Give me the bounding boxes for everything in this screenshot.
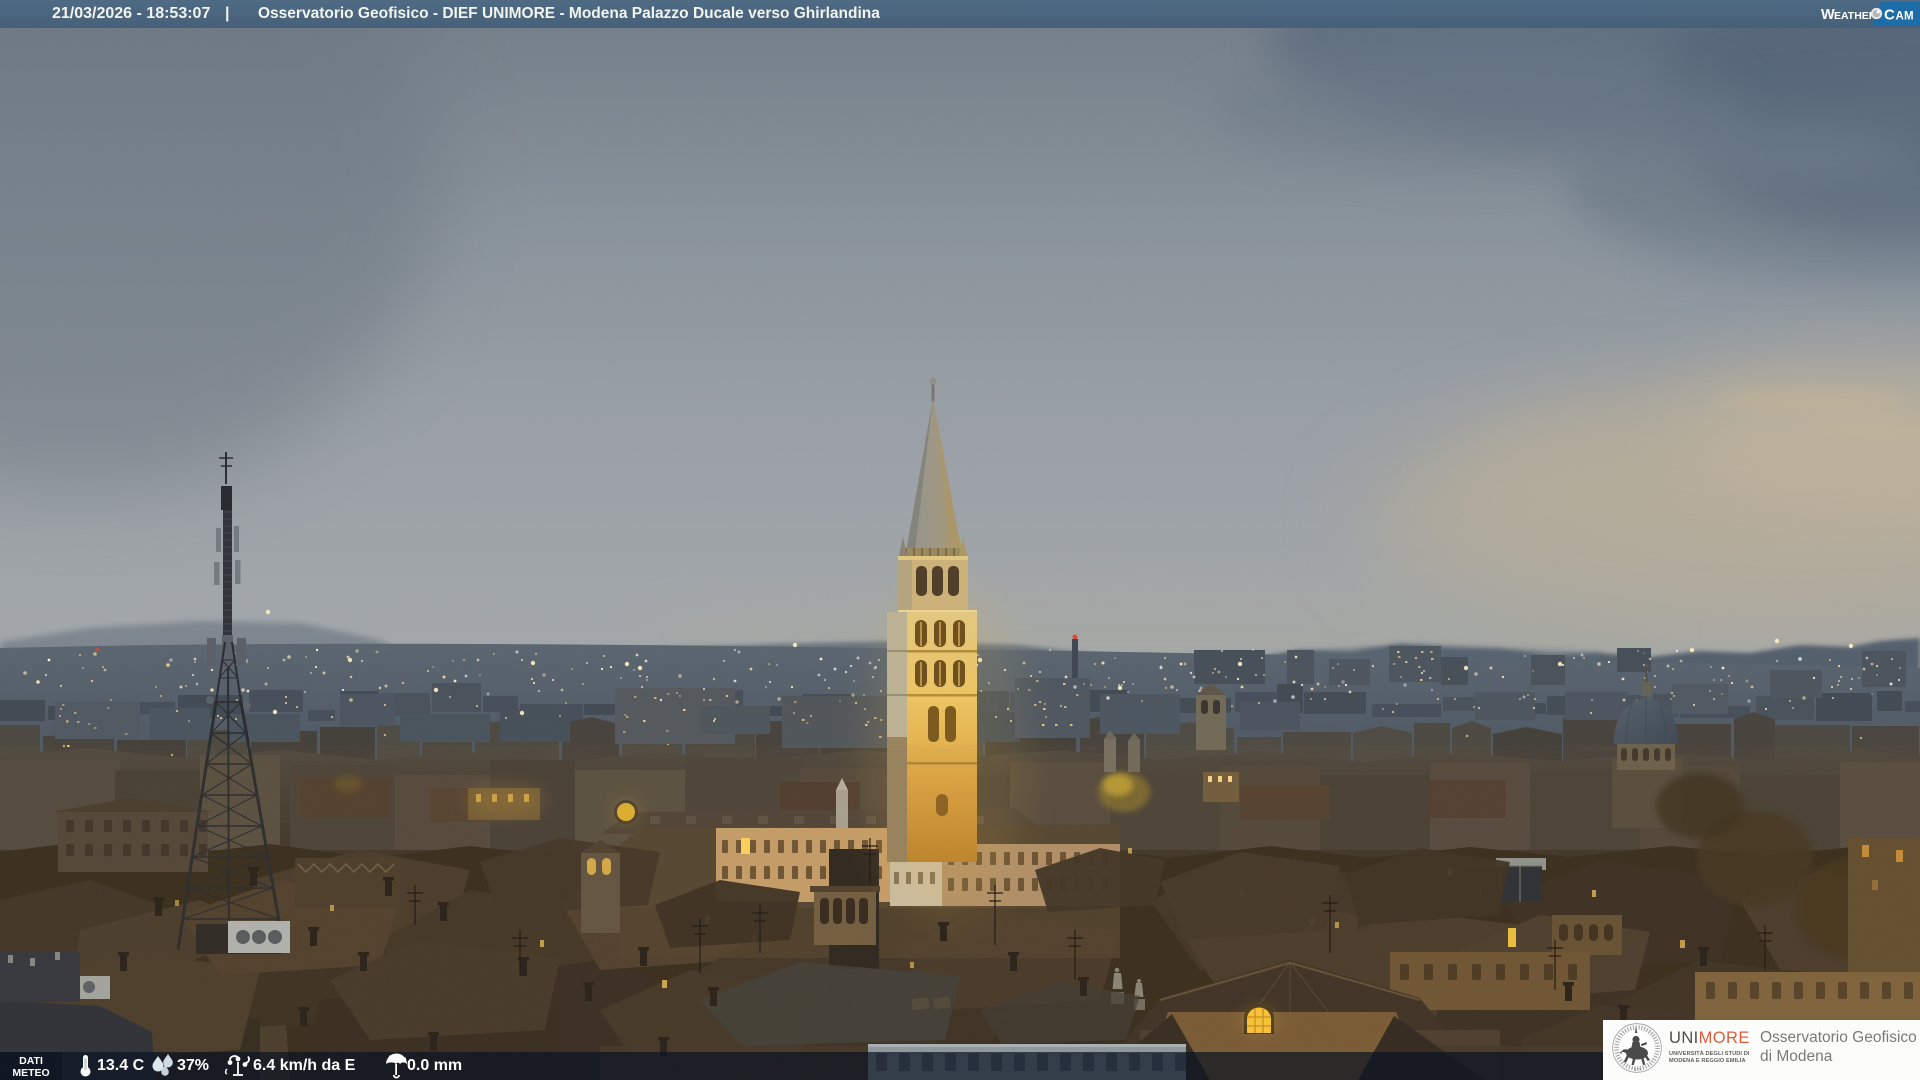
svg-text:1175: 1175	[1633, 1067, 1641, 1072]
svg-text:C: C	[1884, 7, 1895, 24]
svg-text:EATHER: EATHER	[1834, 10, 1877, 22]
svg-text:W: W	[1821, 7, 1835, 23]
svg-text:AM: AM	[1896, 11, 1914, 23]
